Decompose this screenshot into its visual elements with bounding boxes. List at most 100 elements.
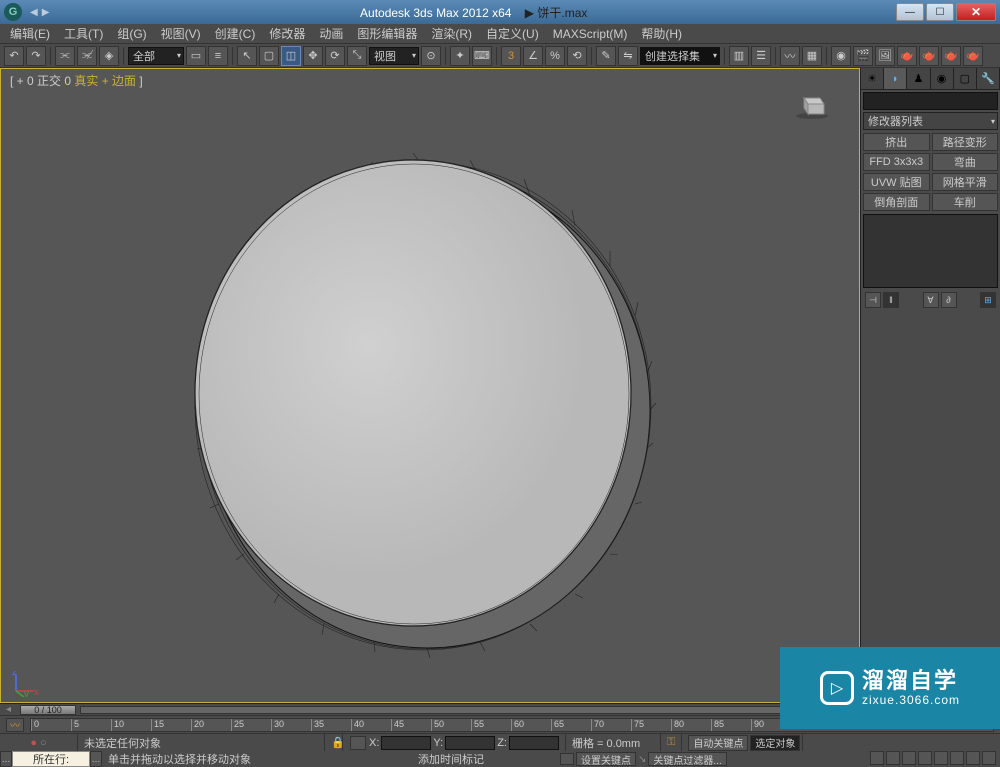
mirror-icon[interactable]: ⇋ xyxy=(618,46,638,66)
render-prod-icon[interactable]: 🫖 xyxy=(897,46,917,66)
render-icon[interactable]: 🫖 xyxy=(941,46,961,66)
nav7-icon[interactable] xyxy=(966,751,980,765)
setkey-button[interactable]: 设置关键点 xyxy=(576,752,636,766)
percent-snap-icon[interactable]: % xyxy=(545,46,565,66)
motion-tab-icon[interactable]: ◉ xyxy=(931,68,954,89)
mod-btn-extrude[interactable]: 挤出 xyxy=(863,133,930,151)
show-end-result-icon[interactable]: ‖ xyxy=(883,292,899,308)
open-mini-curve-editor-icon[interactable]: 〰 xyxy=(6,718,24,732)
selection-lock-icon[interactable]: 🔒 xyxy=(325,734,343,751)
hierarchy-tab-icon[interactable]: ♟ xyxy=(907,68,930,89)
window-crossing-icon[interactable]: ◫ xyxy=(281,46,301,66)
time-slider-handle[interactable]: 0 / 100 xyxy=(20,705,76,715)
layers-icon[interactable]: ☰ xyxy=(751,46,771,66)
menu-view[interactable]: 视图(V) xyxy=(155,24,207,43)
viewport[interactable]: z x y xyxy=(0,68,860,703)
menu-modifiers[interactable]: 修改器 xyxy=(263,24,311,43)
selected-lock-dropdown[interactable]: 选定对象 xyxy=(750,735,800,751)
mod-btn-pathdeform[interactable]: 路径变形 xyxy=(932,133,999,151)
manipulate-icon[interactable]: ✦ xyxy=(450,46,470,66)
select-object-icon[interactable]: ▭ xyxy=(186,46,206,66)
selection-filter-dropdown[interactable]: 全部 xyxy=(128,47,184,65)
object-name-field[interactable] xyxy=(863,92,998,110)
quick-undo-icon[interactable]: ◀ xyxy=(30,7,38,18)
prompt-prev-icon[interactable]: … xyxy=(0,751,12,767)
autokey-button[interactable]: 自动关键点 xyxy=(688,735,748,751)
edit-named-sel-icon[interactable]: ✎ xyxy=(596,46,616,66)
minimize-button[interactable]: — xyxy=(896,3,924,21)
unlink-icon[interactable]: ⫘̸ xyxy=(77,46,97,66)
link-icon[interactable]: ⫘ xyxy=(55,46,75,66)
angle-snap-icon[interactable]: ∠ xyxy=(523,46,543,66)
nav2-icon[interactable] xyxy=(886,751,900,765)
utilities-tab-icon[interactable]: 🔧 xyxy=(977,68,1000,89)
add-timetag[interactable]: 添加时间标记 xyxy=(418,751,484,767)
spinner-snap-icon[interactable]: ⟲ xyxy=(567,46,587,66)
select-cursor-icon[interactable]: ↖ xyxy=(237,46,257,66)
mod-btn-ffd[interactable]: FFD 3x3x3 xyxy=(863,153,930,171)
menu-animation[interactable]: 动画 xyxy=(313,24,349,43)
nav5-icon[interactable] xyxy=(934,751,948,765)
menu-create[interactable]: 创建(C) xyxy=(209,24,262,43)
render-iter-icon[interactable]: 🫖 xyxy=(919,46,939,66)
create-tab-icon[interactable]: ☀ xyxy=(861,68,884,89)
configure-mod-icon[interactable]: ⊞ xyxy=(980,292,996,308)
mod-btn-uvw[interactable]: UVW 贴图 xyxy=(863,173,930,191)
render-last-icon[interactable]: 🫖 xyxy=(963,46,983,66)
menu-group[interactable]: 组(G) xyxy=(111,24,152,43)
viewport-label[interactable]: [ + 0 正交 0 真实 + 边面 ] xyxy=(10,72,143,89)
modifier-stack[interactable] xyxy=(863,214,998,288)
keyboard-shortcut-icon[interactable]: ⌨ xyxy=(472,46,492,66)
absolute-mode-icon[interactable] xyxy=(350,736,366,750)
pin-stack-icon[interactable]: ⊣ xyxy=(865,292,881,308)
z-coord-field[interactable] xyxy=(509,736,559,750)
quick-redo-icon[interactable]: ▶ xyxy=(42,7,50,18)
rect-select-icon[interactable]: ▢ xyxy=(259,46,279,66)
render-setup-icon[interactable]: 🎬 xyxy=(853,46,873,66)
rendered-frame-icon[interactable]: 🖼 xyxy=(875,46,895,66)
nav6-icon[interactable] xyxy=(950,751,964,765)
modifier-list-dropdown[interactable]: 修改器列表 xyxy=(863,112,998,130)
display-tab-icon[interactable]: ▢ xyxy=(954,68,977,89)
refcoord-dropdown[interactable]: 视图 xyxy=(369,47,419,65)
maximize-button[interactable]: ☐ xyxy=(926,3,954,21)
mod-btn-bend[interactable]: 弯曲 xyxy=(932,153,999,171)
y-coord-field[interactable] xyxy=(445,736,495,750)
mod-btn-bevelprofile[interactable]: 倒角剖面 xyxy=(863,193,930,211)
pivot-icon[interactable]: ⊙ xyxy=(421,46,441,66)
key-icon[interactable]: ⚿ xyxy=(661,734,682,751)
select-by-name-icon[interactable]: ≡ xyxy=(208,46,228,66)
nav4-icon[interactable] xyxy=(918,751,932,765)
select-move-icon[interactable]: ✥ xyxy=(303,46,323,66)
undo-icon[interactable]: ↶ xyxy=(4,46,24,66)
modify-tab-icon[interactable]: ◗ xyxy=(884,68,907,89)
nav1-icon[interactable] xyxy=(870,751,884,765)
menu-grapheditors[interactable]: 图形编辑器 xyxy=(351,24,423,43)
prompt-next-icon[interactable]: … xyxy=(90,751,102,767)
keymode-icon[interactable] xyxy=(560,753,574,765)
mod-btn-meshsmooth[interactable]: 网格平滑 xyxy=(932,173,999,191)
menu-rendering[interactable]: 渲染(R) xyxy=(425,24,478,43)
curve-editor-icon[interactable]: 〰 xyxy=(780,46,800,66)
make-unique-icon[interactable]: ∀ xyxy=(923,292,939,308)
menu-help[interactable]: 帮助(H) xyxy=(635,24,688,43)
menu-maxscript[interactable]: MAXScript(M) xyxy=(547,26,634,42)
mesh-cylinder[interactable] xyxy=(180,148,660,663)
x-coord-field[interactable] xyxy=(381,736,431,750)
snap-toggle-3-icon[interactable]: 3 xyxy=(501,46,521,66)
align-icon[interactable]: ▥ xyxy=(729,46,749,66)
select-scale-icon[interactable]: ⤡ xyxy=(347,46,367,66)
menu-tools[interactable]: 工具(T) xyxy=(58,24,109,43)
bind-spacewarp-icon[interactable]: ◈ xyxy=(99,46,119,66)
schematic-view-icon[interactable]: ▦ xyxy=(802,46,822,66)
nav8-icon[interactable] xyxy=(982,751,996,765)
material-editor-icon[interactable]: ◉ xyxy=(831,46,851,66)
select-rotate-icon[interactable]: ⟳ xyxy=(325,46,345,66)
named-selset-dropdown[interactable]: 创建选择集 xyxy=(640,47,720,65)
close-button[interactable]: ✕ xyxy=(956,3,996,21)
menu-customize[interactable]: 自定义(U) xyxy=(480,24,545,43)
viewcube[interactable] xyxy=(794,90,830,120)
app-icon[interactable]: G xyxy=(4,3,22,21)
remove-mod-icon[interactable]: ∂ xyxy=(941,292,957,308)
nav3-icon[interactable] xyxy=(902,751,916,765)
